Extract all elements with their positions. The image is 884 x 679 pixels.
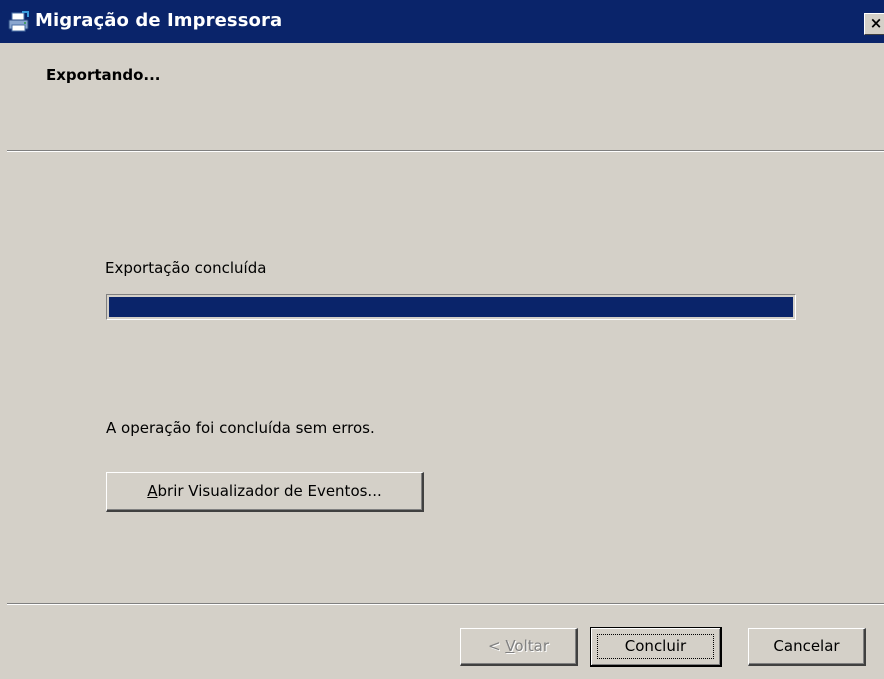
back-button[interactable]: < Voltar (460, 628, 578, 666)
title-bar[interactable]: Migração de Impressora × (0, 0, 884, 43)
cancel-button[interactable]: Cancelar (748, 628, 866, 666)
result-message: A operação foi concluída sem erros. (106, 419, 375, 437)
footer-divider (7, 603, 884, 605)
wizard-header: Exportando... (0, 43, 884, 150)
button-label: Cancelar (773, 637, 840, 655)
close-button[interactable]: × (864, 13, 884, 35)
printer-migration-icon (8, 11, 30, 33)
window-title: Migração de Impressora (35, 10, 283, 31)
button-label-prefix: < (487, 637, 506, 655)
progress-bar-fill (109, 297, 793, 317)
header-divider (7, 150, 884, 152)
page-title: Exportando... (46, 66, 161, 84)
accelerator-key: A (147, 482, 158, 500)
button-label: brir Visualizador de Eventos... (157, 482, 382, 500)
progress-label: Exportação concluída (105, 259, 267, 277)
progress-bar (106, 294, 796, 320)
focus-rectangle (597, 634, 714, 659)
button-label: oltar (514, 637, 550, 655)
open-event-viewer-button[interactable]: Abrir Visualizador de Eventos... (106, 472, 424, 512)
close-icon: × (869, 14, 883, 32)
finish-button[interactable]: Concluir (590, 627, 722, 667)
